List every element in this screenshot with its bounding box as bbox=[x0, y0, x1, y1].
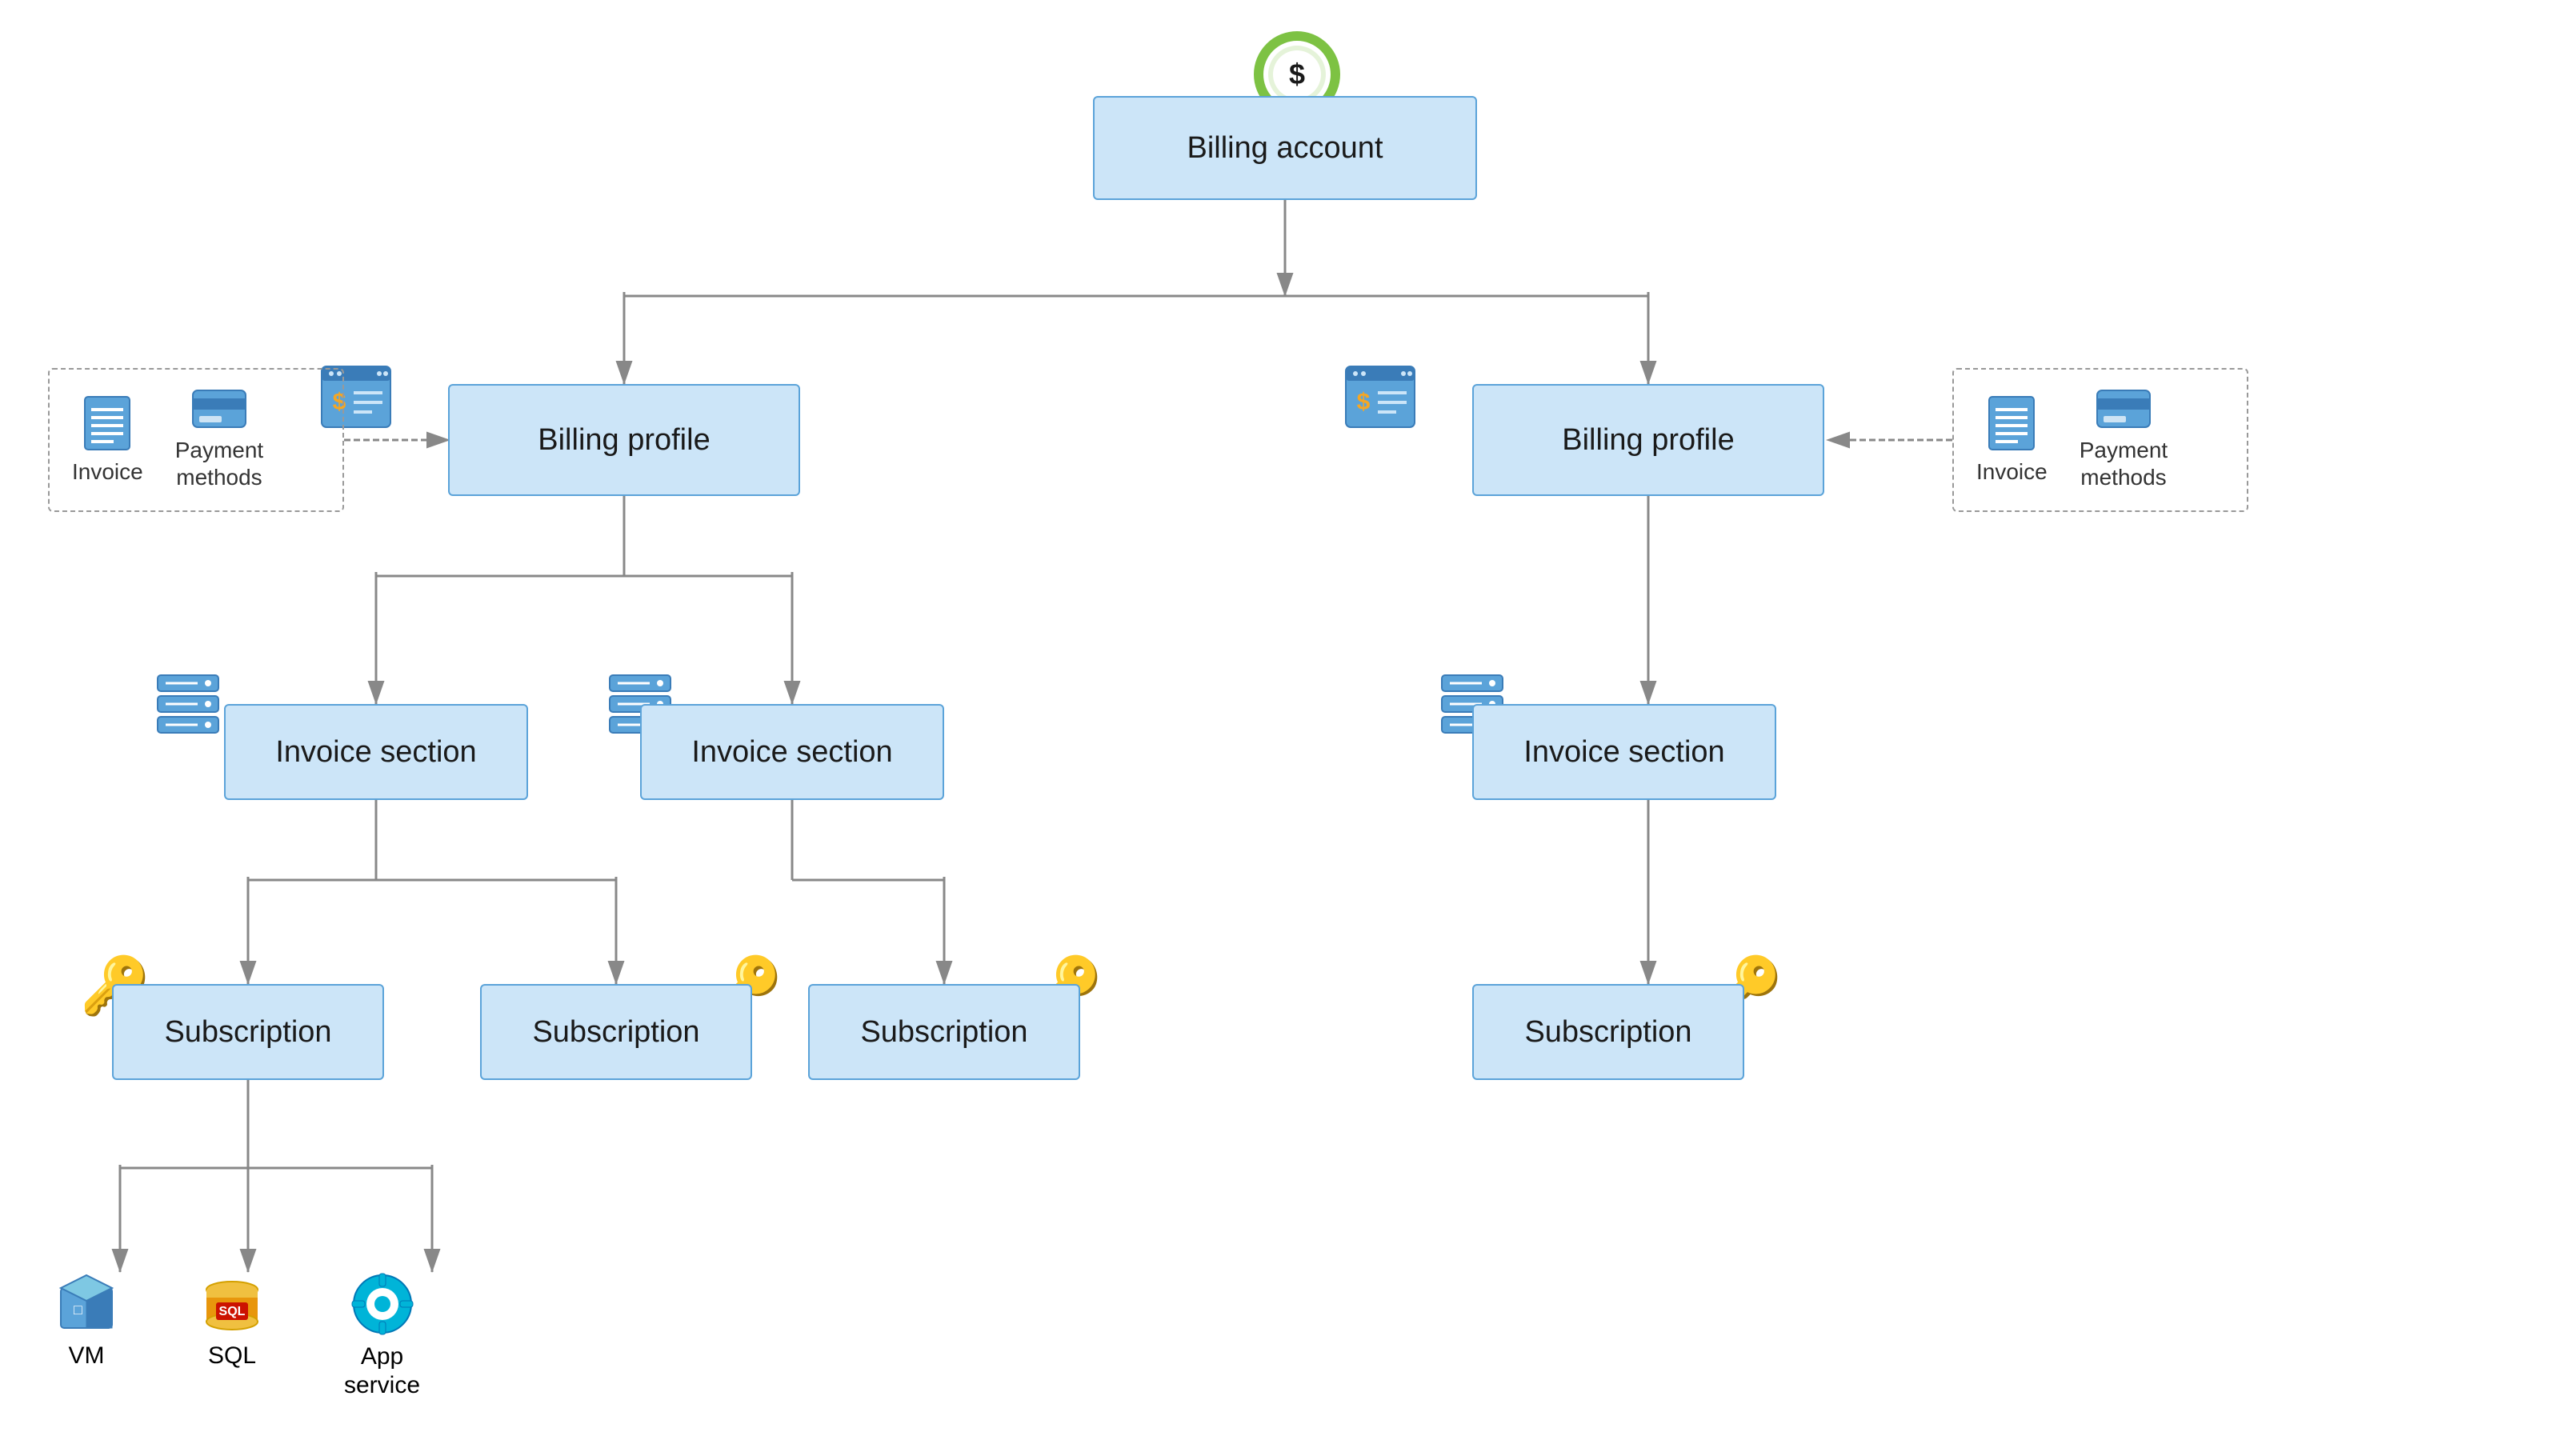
svg-text:□: □ bbox=[74, 1302, 82, 1318]
diagram-container: $ Billing account $ Billing profile bbox=[0, 0, 2570, 1456]
billing-profile-left-node: Billing profile bbox=[448, 384, 800, 496]
billing-profile-right-label: Billing profile bbox=[1562, 423, 1734, 458]
invoice-section-3-label: Invoice section bbox=[1523, 735, 1724, 770]
invoice-section-icon-1 bbox=[156, 672, 220, 740]
payment-methods-label-left: Paymentmethods bbox=[175, 437, 264, 490]
payment-methods-item-right: Paymentmethods bbox=[2080, 389, 2168, 490]
subscription-4-label: Subscription bbox=[1524, 1015, 1691, 1050]
subscription-2-label: Subscription bbox=[532, 1015, 699, 1050]
invoice-item-right: Invoice bbox=[1976, 395, 2048, 485]
subscription-4-node: Subscription bbox=[1472, 984, 1744, 1080]
payment-methods-item-left: Paymentmethods bbox=[175, 389, 264, 490]
invoice-section-1-node: Invoice section bbox=[224, 704, 528, 800]
svg-text:$: $ bbox=[1357, 389, 1371, 415]
invoice-section-2-label: Invoice section bbox=[691, 735, 892, 770]
subscription-3-label: Subscription bbox=[860, 1015, 1027, 1050]
invoice-section-2-node: Invoice section bbox=[640, 704, 944, 800]
sql-label: SQL bbox=[208, 1342, 256, 1370]
app-service-label: Appservice bbox=[344, 1342, 420, 1400]
vm-resource: □ VM bbox=[54, 1272, 118, 1370]
invoice-label-left: Invoice bbox=[72, 459, 143, 485]
vm-label: VM bbox=[69, 1342, 105, 1370]
payment-methods-label-right: Paymentmethods bbox=[2080, 437, 2168, 490]
sql-resource: SQL SQL bbox=[200, 1272, 264, 1370]
subscription-2-node: Subscription bbox=[480, 984, 752, 1080]
dashed-box-right: Invoice Paymentmethods bbox=[1952, 368, 2248, 512]
billing-account-node: Billing account bbox=[1093, 96, 1477, 200]
subscription-3-node: Subscription bbox=[808, 984, 1080, 1080]
subscription-1-node: Subscription bbox=[112, 984, 384, 1080]
billing-profile-left-label: Billing profile bbox=[538, 423, 710, 458]
svg-text:$: $ bbox=[1289, 58, 1305, 90]
invoice-item-left: Invoice bbox=[72, 395, 143, 485]
invoice-section-1-label: Invoice section bbox=[275, 735, 476, 770]
billing-profile-icon-right: $ bbox=[1344, 365, 1416, 433]
invoice-section-3-node: Invoice section bbox=[1472, 704, 1776, 800]
invoice-label-right: Invoice bbox=[1976, 459, 2048, 485]
subscription-1-label: Subscription bbox=[164, 1015, 331, 1050]
dashed-box-left: Invoice Paymentmethods bbox=[48, 368, 344, 512]
billing-profile-right-node: Billing profile bbox=[1472, 384, 1824, 496]
billing-account-label: Billing account bbox=[1187, 131, 1383, 166]
app-service-resource: Appservice bbox=[344, 1272, 420, 1400]
svg-text:SQL: SQL bbox=[219, 1305, 246, 1318]
